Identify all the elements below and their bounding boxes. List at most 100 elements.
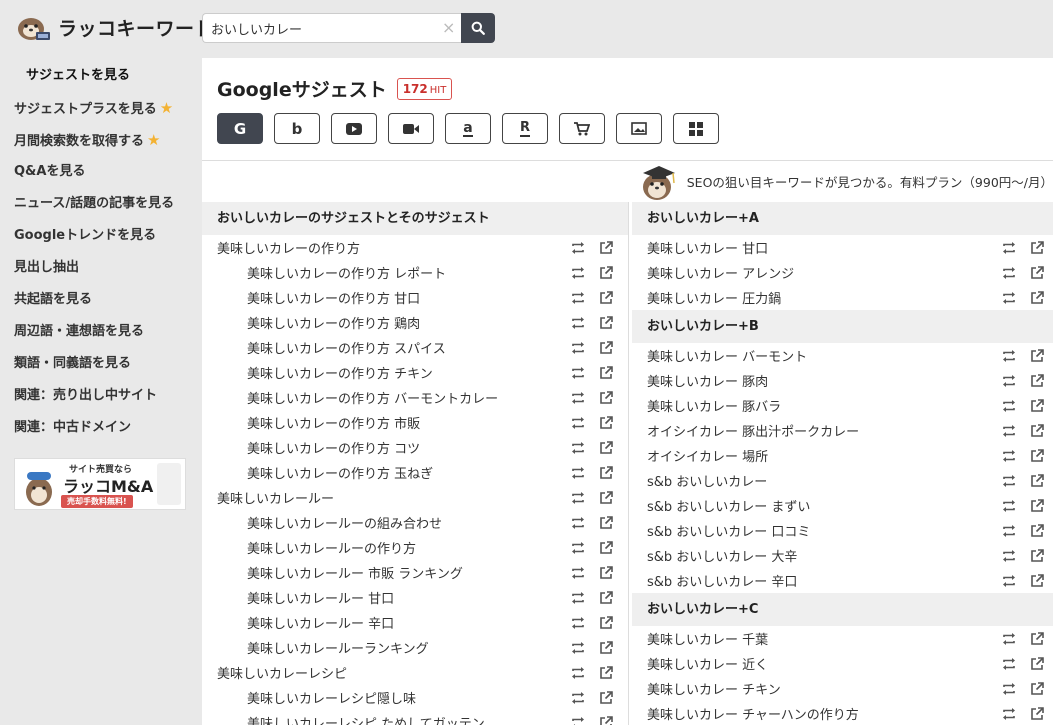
promo-banner[interactable]: SEOの狙い目キーワードが見つかる。有料プラン（990円〜/月） (637, 161, 1053, 201)
suggest-keyword[interactable]: 美味しいカレーの作り方 甘口 (202, 288, 420, 307)
repeat-icon[interactable] (570, 415, 586, 431)
sidebar-item[interactable]: 類語・同義語を見る (0, 348, 200, 380)
suggest-keyword[interactable]: 美味しいカレールー 甘口 (202, 588, 394, 607)
external-link-icon[interactable] (1029, 423, 1045, 439)
suggest-keyword[interactable]: 美味しいカレーレシピ ためしてガッテン (202, 713, 485, 725)
external-link-icon[interactable] (598, 290, 614, 306)
external-link-icon[interactable] (598, 390, 614, 406)
external-link-icon[interactable] (598, 515, 614, 531)
suggest-keyword[interactable]: 美味しいカレーレシピ隠し味 (202, 688, 416, 707)
search-button[interactable] (461, 13, 495, 43)
external-link-icon[interactable] (598, 690, 614, 706)
external-link-icon[interactable] (598, 440, 614, 456)
clear-icon[interactable]: × (442, 18, 455, 37)
sidebar-item[interactable]: 周辺語・連想語を見る (0, 316, 200, 348)
repeat-icon[interactable] (570, 540, 586, 556)
repeat-icon[interactable] (570, 490, 586, 506)
engine-tab-video[interactable] (388, 113, 434, 144)
engine-tab-google[interactable]: G (217, 113, 263, 144)
external-link-icon[interactable] (598, 565, 614, 581)
external-link-icon[interactable] (1029, 240, 1045, 256)
repeat-icon[interactable] (1001, 498, 1017, 514)
suggest-keyword[interactable]: 美味しいカレーの作り方 (202, 238, 360, 257)
external-link-icon[interactable] (598, 615, 614, 631)
sidebar-item[interactable]: サジェストプラスを見る ★ (0, 92, 200, 124)
external-link-icon[interactable] (1029, 348, 1045, 364)
suggest-keyword[interactable]: 美味しいカレーの作り方 レポート (202, 263, 446, 282)
suggest-keyword[interactable]: 美味しいカレーの作り方 鶏肉 (202, 313, 420, 332)
external-link-icon[interactable] (1029, 473, 1045, 489)
suggest-keyword[interactable]: 美味しいカレールー 市販 ランキング (202, 563, 463, 582)
repeat-icon[interactable] (1001, 448, 1017, 464)
suggest-keyword[interactable]: 美味しいカレー バーモント (632, 346, 807, 365)
external-link-icon[interactable] (598, 315, 614, 331)
engine-tab-bing[interactable]: b (274, 113, 320, 144)
suggest-keyword[interactable]: オイシイカレー 場所 (632, 446, 768, 465)
suggest-keyword[interactable]: 美味しいカレー 近く (632, 654, 768, 673)
repeat-icon[interactable] (570, 440, 586, 456)
suggest-keyword[interactable]: 美味しいカレーの作り方 コツ (202, 438, 420, 457)
repeat-icon[interactable] (1001, 631, 1017, 647)
external-link-icon[interactable] (1029, 398, 1045, 414)
external-link-icon[interactable] (598, 365, 614, 381)
repeat-icon[interactable] (570, 515, 586, 531)
repeat-icon[interactable] (1001, 573, 1017, 589)
repeat-icon[interactable] (1001, 548, 1017, 564)
repeat-icon[interactable] (570, 690, 586, 706)
repeat-icon[interactable] (1001, 681, 1017, 697)
suggest-keyword[interactable]: 美味しいカレー 圧力鍋 (632, 288, 781, 307)
suggest-keyword[interactable]: 美味しいカレーの作り方 市販 (202, 413, 420, 432)
repeat-icon[interactable] (570, 240, 586, 256)
engine-tab-rakuten[interactable]: R (502, 113, 548, 144)
repeat-icon[interactable] (570, 565, 586, 581)
sidebar-item[interactable]: 月間検索数を取得する ★ (0, 124, 200, 156)
suggest-keyword[interactable]: 美味しいカレーの作り方 スパイス (202, 338, 446, 357)
engine-tab-image[interactable] (616, 113, 662, 144)
sidebar-item[interactable]: 見出し抽出 (0, 252, 200, 284)
suggest-keyword[interactable]: 美味しいカレー 豚バラ (632, 396, 781, 415)
repeat-icon[interactable] (1001, 373, 1017, 389)
external-link-icon[interactable] (1029, 681, 1045, 697)
external-link-icon[interactable] (598, 240, 614, 256)
repeat-icon[interactable] (1001, 398, 1017, 414)
external-link-icon[interactable] (1029, 498, 1045, 514)
suggest-keyword[interactable]: 美味しいカレーの作り方 バーモントカレー (202, 388, 498, 407)
suggest-keyword[interactable]: 美味しいカレールーの組み合わせ (202, 513, 442, 532)
search-input[interactable] (202, 13, 461, 43)
repeat-icon[interactable] (570, 290, 586, 306)
suggest-keyword[interactable]: s&b おいしいカレー まずい (632, 496, 810, 515)
external-link-icon[interactable] (1029, 706, 1045, 722)
external-link-icon[interactable] (598, 340, 614, 356)
external-link-icon[interactable] (598, 590, 614, 606)
engine-tab-amazon[interactable]: a (445, 113, 491, 144)
repeat-icon[interactable] (1001, 523, 1017, 539)
suggest-keyword[interactable]: 美味しいカレー 甘口 (632, 238, 768, 257)
repeat-icon[interactable] (1001, 656, 1017, 672)
suggest-keyword[interactable]: 美味しいカレーの作り方 チキン (202, 363, 433, 382)
repeat-icon[interactable] (570, 640, 586, 656)
rakko-ma-banner[interactable]: サイト売買なら ラッコM&A 売却手数料無料! (14, 458, 186, 510)
repeat-icon[interactable] (570, 465, 586, 481)
sidebar-item[interactable]: Googleトレンドを見る (0, 220, 200, 252)
external-link-icon[interactable] (598, 665, 614, 681)
engine-tab-youtube[interactable] (331, 113, 377, 144)
repeat-icon[interactable] (570, 665, 586, 681)
external-link-icon[interactable] (598, 640, 614, 656)
external-link-icon[interactable] (598, 465, 614, 481)
sidebar-item[interactable]: 関連：売り出し中サイト (0, 380, 200, 412)
repeat-icon[interactable] (1001, 290, 1017, 306)
repeat-icon[interactable] (570, 265, 586, 281)
suggest-keyword[interactable]: s&b おいしいカレー 口コミ (632, 521, 810, 540)
suggest-keyword[interactable]: 美味しいカレールー 辛口 (202, 613, 394, 632)
external-link-icon[interactable] (598, 715, 614, 725)
external-link-icon[interactable] (1029, 573, 1045, 589)
sidebar-item[interactable]: ニュース/話題の記事を見る (0, 188, 200, 220)
external-link-icon[interactable] (598, 265, 614, 281)
repeat-icon[interactable] (570, 615, 586, 631)
external-link-icon[interactable] (598, 490, 614, 506)
repeat-icon[interactable] (1001, 706, 1017, 722)
external-link-icon[interactable] (1029, 523, 1045, 539)
suggest-keyword[interactable]: s&b おいしいカレー (632, 471, 767, 490)
suggest-keyword[interactable]: 美味しいカレー 千葉 (632, 629, 768, 648)
sidebar-item[interactable]: サジェストを見る (0, 60, 200, 92)
